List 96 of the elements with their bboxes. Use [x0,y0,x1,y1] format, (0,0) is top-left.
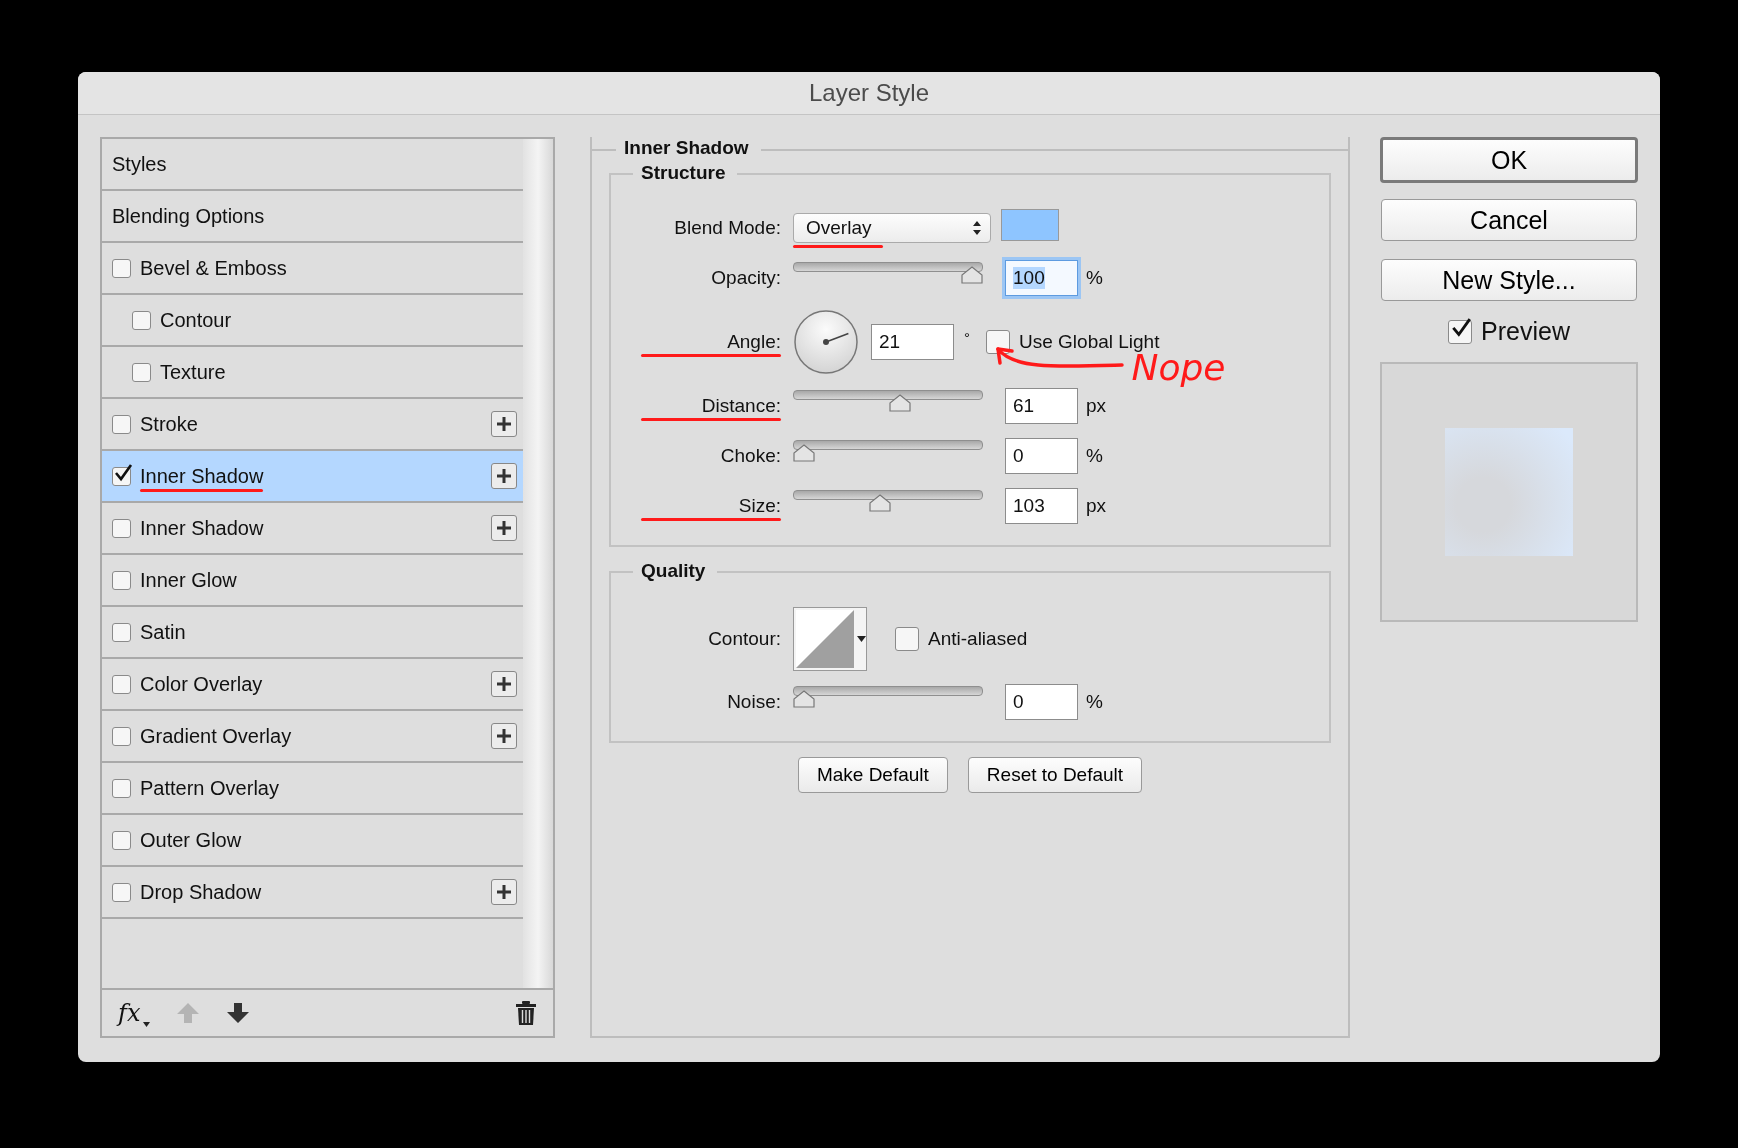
up-down-arrows-icon[interactable] [972,219,982,236]
checkbox[interactable] [112,674,131,694]
slider-thumb[interactable] [793,690,815,708]
slider[interactable] [793,388,983,414]
style-label: Styles [112,152,167,176]
trash-icon[interactable] [515,1001,537,1025]
default-button[interactable]: Reset to Default [967,757,1143,793]
blend-mode-dropdown[interactable]: Overlay [793,212,991,243]
slider-thumb[interactable] [793,444,815,462]
number-field[interactable]: 0 [1005,438,1078,474]
style-label: Blending Options [112,204,265,228]
style-item[interactable]: Gradient Overlay [102,711,523,763]
style-item[interactable]: Inner Shadow [102,451,523,503]
add-icon[interactable] [491,671,517,697]
unit-label: px [1086,395,1107,417]
style-label: Inner Shadow [140,516,264,540]
angle-dial[interactable] [793,309,859,375]
unit-label: % [1086,691,1103,713]
dialog-button[interactable]: OK [1380,137,1638,183]
checkbox[interactable] [112,882,131,902]
field-label: Contour: [708,628,781,650]
checkbox[interactable] [112,622,131,642]
slider[interactable] [793,684,983,710]
checkbox[interactable] [112,466,131,486]
style-label: Satin [140,620,186,644]
checkbox[interactable] [112,830,131,850]
unit-label: ° [964,328,970,346]
style-label: Contour [160,308,232,332]
style-item[interactable]: Inner Glow [102,555,523,607]
add-icon[interactable] [491,879,517,905]
style-item[interactable]: Color Overlay [102,659,523,711]
default-button[interactable]: Make Default [797,757,948,793]
field-label: Choke: [720,445,781,467]
color-swatch[interactable] [1001,209,1059,241]
field-label: Noise: [727,691,781,713]
checkbox[interactable] [112,518,131,538]
number-field[interactable]: 61 [1005,388,1078,424]
unit-label: px [1086,495,1107,517]
unit-label: % [1086,445,1103,467]
style-item[interactable]: Texture [102,347,523,399]
checkbox[interactable] [112,414,131,434]
checkbox[interactable] [132,362,151,382]
field-label: Angle: [727,331,781,353]
style-item[interactable]: Pattern Overlay [102,763,523,815]
number-field[interactable]: 100 [1005,260,1078,296]
unit-label: % [1086,267,1103,289]
slider-thumb[interactable] [961,266,983,284]
field-label: Size: [738,495,781,517]
slider-thumb[interactable] [888,394,911,412]
caret-icon[interactable] [857,636,866,642]
checkbox[interactable] [132,310,151,330]
checkbox[interactable] [112,778,131,798]
checkbox-label: Preview [1481,317,1570,346]
style-label: Bevel & Emboss [140,256,287,280]
checkbox[interactable] [112,570,131,590]
dialog-button[interactable]: New Style... [1381,259,1637,301]
checkbox-label: Anti-aliased [928,628,1028,650]
add-icon[interactable] [491,463,517,489]
effects-menu-button[interactable]: fx [118,999,151,1027]
caret-icon[interactable] [143,1022,151,1027]
style-label: Outer Glow [140,828,242,852]
slider[interactable] [793,260,983,286]
style-item[interactable]: Outer Glow [102,815,523,867]
style-label: Drop Shadow [140,880,262,904]
style-item[interactable]: Bevel & Emboss [102,243,523,295]
slider[interactable] [793,488,983,514]
style-item[interactable]: Contour [102,295,523,347]
add-icon[interactable] [491,411,517,437]
style-label: Texture [160,360,226,384]
checkbox[interactable] [112,726,131,746]
style-label: Stroke [140,412,198,436]
field-label: Distance: [701,395,781,417]
field-label: Blend Mode: [674,217,781,239]
slider[interactable] [793,438,983,464]
add-icon[interactable] [491,515,517,541]
number-field[interactable]: 0 [1005,684,1078,720]
style-item[interactable]: Drop Shadow [102,867,523,919]
field-label: Opacity: [711,267,781,289]
down-arrow-icon[interactable] [226,1001,251,1025]
style-label: Color Overlay [140,672,263,696]
checkbox[interactable] [1448,319,1473,344]
number-field[interactable]: 103 [1005,488,1078,524]
style-label: Gradient Overlay [140,724,292,748]
style-item[interactable]: Satin [102,607,523,659]
checkbox[interactable] [112,258,131,278]
checkbox[interactable] [895,627,919,651]
style-label: Pattern Overlay [140,776,279,800]
style-label: Inner Glow [140,568,237,592]
style-item[interactable]: Inner Shadow [102,503,523,555]
style-label: Inner Shadow [140,464,264,488]
dialog-button[interactable]: Cancel [1381,199,1637,241]
add-icon[interactable] [491,723,517,749]
scrollbar-track[interactable] [523,139,553,988]
angle-field[interactable]: 21 [871,324,954,360]
window-title: Layer Style [808,79,930,107]
slider-thumb[interactable] [868,494,891,512]
